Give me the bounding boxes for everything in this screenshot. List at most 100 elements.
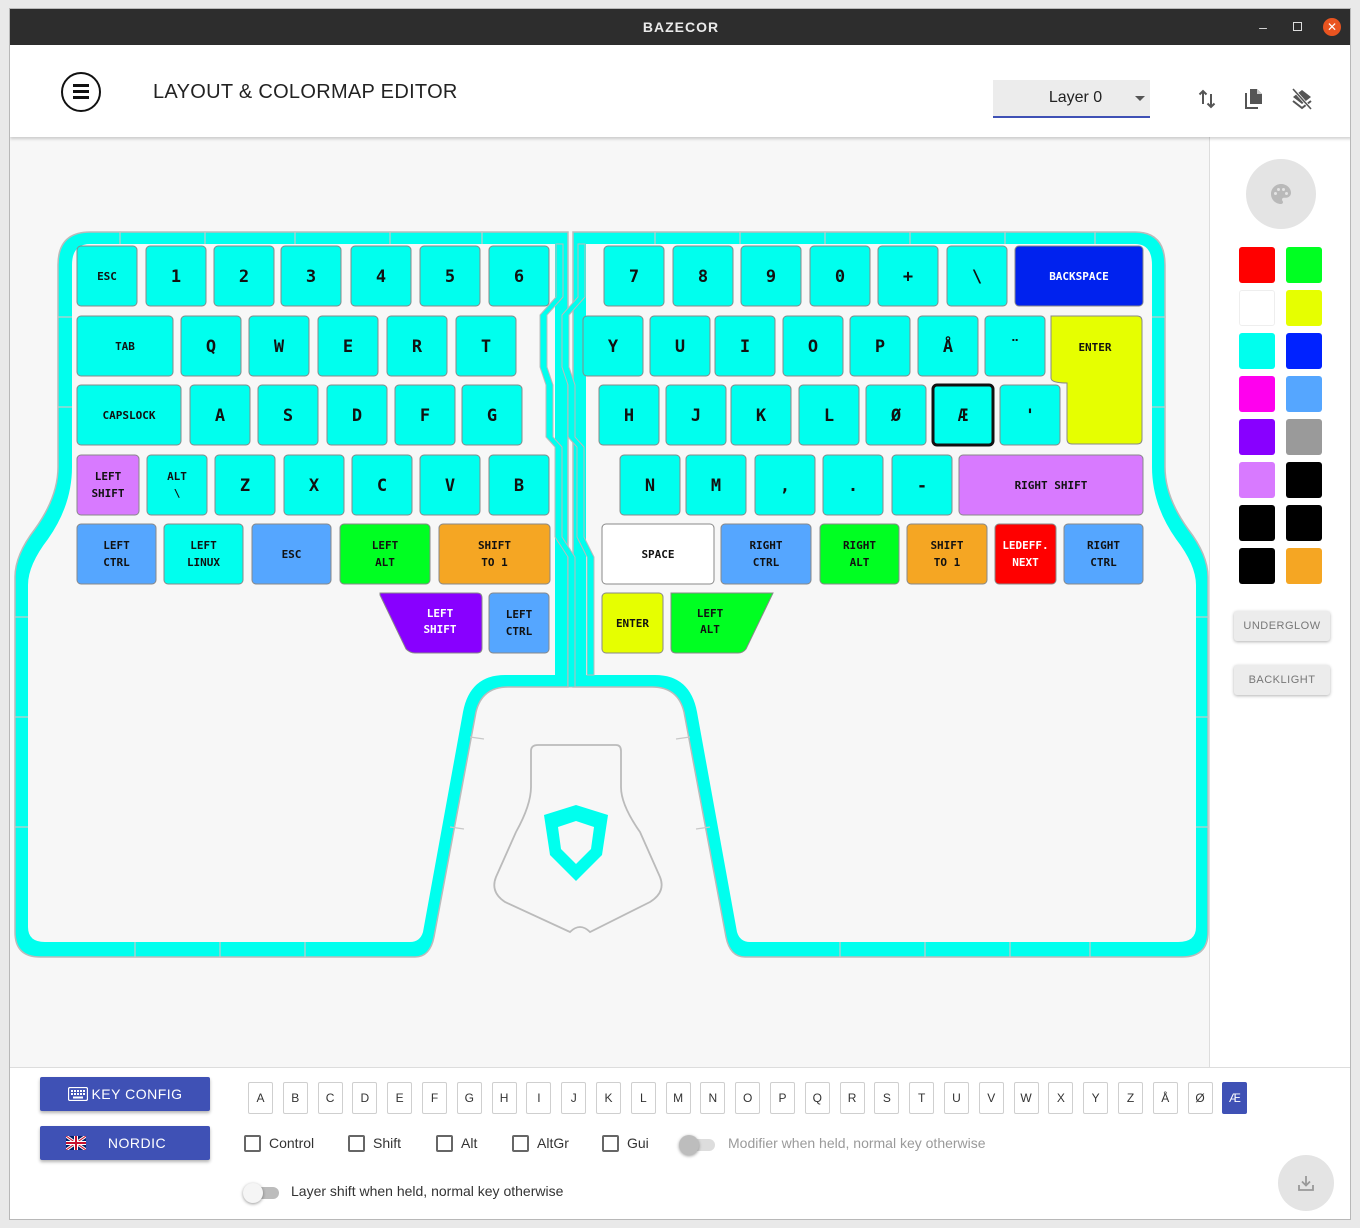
- key-1[interactable]: 1: [145, 245, 207, 307]
- letter-button[interactable]: M: [665, 1082, 691, 1114]
- letter-button[interactable]: G: [456, 1082, 482, 1114]
- color-swatch[interactable]: [1239, 419, 1275, 455]
- color-swatch[interactable]: [1239, 505, 1275, 541]
- key-0[interactable]: 0: [809, 245, 871, 307]
- key-space[interactable]: SPACE: [601, 523, 715, 585]
- letter-button[interactable]: Y: [1083, 1082, 1109, 1114]
- key-k[interactable]: K: [730, 384, 792, 446]
- key-left-shift[interactable]: LEFT SHIFT: [76, 454, 140, 516]
- key-ledeff-next[interactable]: LEDEFF. NEXT: [994, 523, 1057, 585]
- key-right-ctrl[interactable]: RIGHT CTRL: [720, 523, 812, 585]
- color-swatch[interactable]: [1286, 290, 1322, 326]
- checkbox-box[interactable]: [436, 1135, 453, 1152]
- letter-button[interactable]: F: [422, 1082, 447, 1114]
- key-w[interactable]: W: [248, 315, 310, 377]
- letter-button[interactable]: X: [1048, 1082, 1074, 1114]
- key-z[interactable]: Z: [214, 454, 276, 516]
- key-d[interactable]: D: [326, 384, 388, 446]
- color-swatch[interactable]: [1286, 462, 1322, 498]
- letter-button[interactable]: P: [770, 1082, 795, 1114]
- letter-button[interactable]: Z: [1118, 1082, 1143, 1114]
- key-8[interactable]: 8: [672, 245, 734, 307]
- key-enter-thumb[interactable]: ENTER: [601, 592, 664, 654]
- key-right-ctrl-2[interactable]: RIGHT CTRL: [1063, 523, 1144, 585]
- key-plus[interactable]: +: [877, 245, 939, 307]
- letter-button[interactable]: Å: [1152, 1082, 1178, 1114]
- letter-button[interactable]: Æ: [1222, 1082, 1248, 1114]
- clear-layer-icon[interactable]: [1290, 87, 1314, 111]
- key-left-linux[interactable]: LEFT LINUX: [163, 523, 244, 585]
- palette-button[interactable]: [1246, 159, 1316, 229]
- key-v[interactable]: V: [419, 454, 481, 516]
- checkbox-box[interactable]: [602, 1135, 619, 1152]
- color-swatch[interactable]: [1286, 548, 1322, 584]
- letter-button[interactable]: I: [526, 1082, 552, 1114]
- key-3[interactable]: 3: [280, 245, 342, 307]
- letter-button[interactable]: N: [700, 1082, 726, 1114]
- key-l[interactable]: L: [798, 384, 860, 446]
- key-h[interactable]: H: [598, 384, 660, 446]
- key-c[interactable]: C: [351, 454, 413, 516]
- key-4[interactable]: 4: [350, 245, 412, 307]
- close-icon[interactable]: ✕: [1323, 18, 1341, 36]
- color-swatch[interactable]: [1239, 376, 1275, 412]
- layer-select[interactable]: Layer 0: [993, 80, 1150, 118]
- letter-button[interactable]: U: [944, 1082, 969, 1114]
- key-n[interactable]: N: [619, 454, 681, 516]
- key-comma[interactable]: ,: [754, 454, 816, 516]
- language-button[interactable]: NORDIC: [40, 1126, 210, 1160]
- key-p[interactable]: P: [849, 315, 911, 377]
- key-r[interactable]: R: [386, 315, 448, 377]
- letter-button[interactable]: O: [735, 1082, 761, 1114]
- menu-icon[interactable]: [61, 72, 101, 112]
- key-esc[interactable]: ESC: [76, 245, 138, 307]
- key-backslash[interactable]: \: [946, 245, 1008, 307]
- color-swatch[interactable]: [1286, 333, 1322, 369]
- key-apostrophe[interactable]: ': [999, 384, 1061, 446]
- key-ae[interactable]: Æ: [931, 383, 995, 447]
- letter-button[interactable]: L: [630, 1082, 656, 1114]
- key-e[interactable]: E: [317, 315, 379, 377]
- key-left-ctrl[interactable]: LEFT CTRL: [76, 523, 157, 585]
- letter-button[interactable]: D: [352, 1082, 378, 1114]
- letter-button[interactable]: S: [874, 1082, 900, 1114]
- letter-button[interactable]: J: [561, 1082, 587, 1114]
- key-esc-2[interactable]: ESC: [251, 523, 332, 585]
- key-o[interactable]: O: [782, 315, 844, 377]
- key-x[interactable]: X: [283, 454, 345, 516]
- key-shift-to-1-right[interactable]: SHIFT TO 1: [906, 523, 988, 585]
- color-swatch[interactable]: [1239, 548, 1275, 584]
- letter-button[interactable]: B: [282, 1082, 308, 1114]
- key-minus[interactable]: -: [891, 454, 953, 516]
- key-left-ctrl-thumb[interactable]: LEFT CTRL: [488, 592, 550, 654]
- checkbox-box[interactable]: [512, 1135, 529, 1152]
- color-swatch[interactable]: [1286, 376, 1322, 412]
- key-j[interactable]: J: [665, 384, 727, 446]
- letter-button[interactable]: R: [839, 1082, 865, 1114]
- key-7[interactable]: 7: [603, 245, 665, 307]
- import-export-icon[interactable]: [1195, 87, 1219, 111]
- key-q[interactable]: Q: [180, 315, 242, 377]
- key-right-shift[interactable]: RIGHT SHIFT: [958, 454, 1144, 516]
- underglow-button[interactable]: UNDERGLOW: [1234, 611, 1330, 641]
- key-y[interactable]: Y: [582, 315, 644, 377]
- key-b[interactable]: B: [488, 454, 550, 516]
- key-2[interactable]: 2: [213, 245, 275, 307]
- letter-button[interactable]: E: [387, 1082, 413, 1114]
- save-button[interactable]: [1278, 1155, 1334, 1211]
- key-aring[interactable]: Å: [917, 315, 979, 377]
- letter-button[interactable]: C: [317, 1082, 343, 1114]
- key-i[interactable]: I: [714, 315, 776, 377]
- key-g[interactable]: G: [461, 384, 523, 446]
- color-swatch[interactable]: [1239, 462, 1275, 498]
- checkbox-box[interactable]: [244, 1135, 261, 1152]
- letter-button[interactable]: Q: [804, 1082, 830, 1114]
- key-tab[interactable]: TAB: [76, 315, 174, 377]
- color-swatch[interactable]: [1286, 505, 1322, 541]
- key-m[interactable]: M: [685, 454, 747, 516]
- key-6[interactable]: 6: [488, 245, 550, 307]
- letter-button[interactable]: T: [909, 1082, 935, 1114]
- key-alt-backslash[interactable]: ALT \: [146, 454, 208, 516]
- backlight-button[interactable]: BACKLIGHT: [1234, 665, 1330, 695]
- color-swatch[interactable]: [1286, 247, 1322, 283]
